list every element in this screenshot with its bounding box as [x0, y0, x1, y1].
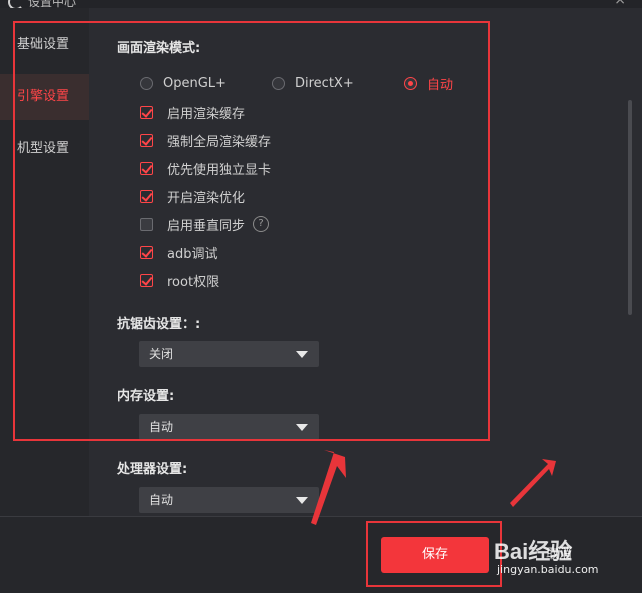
- checkbox-root[interactable]: root权限: [140, 271, 220, 290]
- sidebar: 基础设置 引擎设置 机型设置: [0, 8, 89, 516]
- checkbox-label: 优先使用独立显卡: [167, 162, 272, 178]
- sidebar-item-label: 基础设置: [17, 37, 70, 52]
- dropdown-arrow-icon: [296, 351, 308, 358]
- save-button[interactable]: 保存: [381, 537, 489, 573]
- radio-opengl[interactable]: OpenGL+: [140, 74, 226, 92]
- checkbox-label: adb调试: [167, 246, 218, 262]
- checkbox-label: 开启渲染优化: [167, 190, 246, 206]
- checkbox-global-render-cache[interactable]: 强制全局渲染缓存: [140, 131, 272, 150]
- checkbox-vsync[interactable]: 启用垂直同步 ?: [140, 215, 270, 234]
- radio-selected-icon: [404, 76, 417, 90]
- checkbox-unchecked-icon: [140, 217, 153, 231]
- memory-value: 自动: [149, 420, 174, 434]
- checkbox-adb-debug[interactable]: adb调试: [140, 243, 218, 262]
- sidebar-item-label: 引擎设置: [17, 89, 70, 104]
- radio-directx[interactable]: DirectX+: [272, 74, 354, 92]
- checkbox-checked-icon: [140, 161, 153, 175]
- checkbox-checked-icon: [140, 189, 153, 203]
- checkbox-checked-icon: [140, 245, 153, 259]
- radio-icon: [140, 76, 153, 90]
- checkbox-checked-icon: [140, 133, 153, 147]
- sidebar-item-basic[interactable]: 基础设置: [0, 22, 89, 68]
- checkbox-render-cache[interactable]: 启用渲染缓存: [140, 103, 246, 122]
- checkbox-render-optimize[interactable]: 开启渲染优化: [140, 187, 246, 206]
- antialias-select[interactable]: 关闭: [139, 341, 319, 367]
- checkbox-dedicated-gpu[interactable]: 优先使用独立显卡: [140, 159, 272, 178]
- checkbox-label: 强制全局渲染缓存: [167, 134, 272, 150]
- cpu-select[interactable]: 自动: [139, 487, 319, 513]
- sidebar-item-model[interactable]: 机型设置: [0, 126, 89, 172]
- close-icon[interactable]: ×: [614, 0, 626, 8]
- scrollbar[interactable]: [628, 100, 632, 315]
- checkbox-label: root权限: [167, 274, 220, 290]
- dropdown-arrow-icon: [296, 497, 308, 504]
- sidebar-item-label: 机型设置: [17, 141, 70, 156]
- window-titlebar: 设置中心 ×: [0, 0, 642, 10]
- dropdown-arrow-icon: [296, 424, 308, 431]
- memory-title: 内存设置:: [117, 389, 175, 404]
- antialias-title: 抗锯齿设置：:: [117, 317, 201, 332]
- checkbox-label: 启用渲染缓存: [167, 106, 246, 122]
- antialias-value: 关闭: [149, 347, 174, 361]
- radio-label: 自动: [427, 77, 454, 93]
- radio-icon: [272, 76, 285, 90]
- help-icon[interactable]: ?: [253, 216, 270, 232]
- cpu-value: 自动: [149, 493, 174, 507]
- cpu-title: 处理器设置:: [117, 462, 188, 477]
- radio-label: OpenGL+: [163, 75, 226, 91]
- sidebar-item-engine[interactable]: 引擎设置: [0, 74, 89, 120]
- checkbox-label: 启用垂直同步: [167, 218, 246, 234]
- watermark-logo: Bai经验: [494, 539, 573, 564]
- radio-auto[interactable]: 自动: [404, 74, 454, 93]
- memory-select[interactable]: 自动: [139, 414, 319, 440]
- radio-label: DirectX+: [295, 75, 354, 91]
- checkbox-checked-icon: [140, 273, 153, 287]
- render-mode-title: 画面渲染模式:: [117, 41, 201, 56]
- watermark-url: jingyan.baidu.com: [497, 563, 599, 576]
- checkbox-checked-icon: [140, 105, 153, 119]
